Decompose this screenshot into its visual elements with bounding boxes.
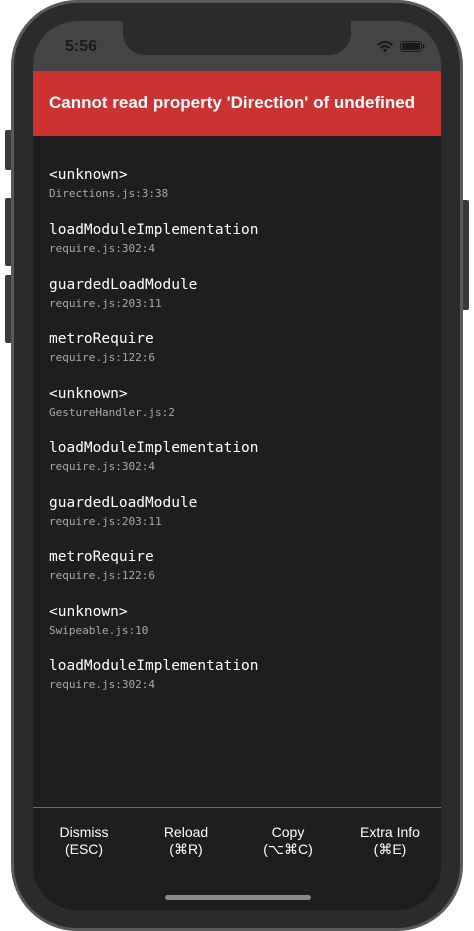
frame-method: <unknown>: [49, 167, 128, 183]
frame-method: guardedLoadModule: [49, 277, 198, 293]
frame-method: <unknown>: [49, 604, 128, 620]
frame-method: <unknown>: [49, 386, 128, 402]
stack-frame[interactable]: loadModuleImplementation require.js:302:…: [49, 439, 429, 474]
status-bar: 5:56: [33, 21, 441, 71]
home-indicator[interactable]: [165, 895, 311, 900]
frame-location: require.js:122:6: [49, 569, 155, 582]
frame-location: GestureHandler.js:2: [49, 406, 175, 419]
battery-icon: [400, 41, 425, 52]
stack-frame[interactable]: metroRequire require.js:122:6: [49, 330, 429, 365]
wifi-icon: [377, 41, 393, 53]
stack-frame[interactable]: <unknown> GestureHandler.js:2: [49, 385, 429, 420]
frame-method: loadModuleImplementation: [49, 440, 259, 456]
frame-location: require.js:203:11: [49, 297, 162, 310]
stack-frame[interactable]: loadModuleImplementation require.js:302:…: [49, 221, 429, 256]
stack-frame[interactable]: <unknown> Directions.js:3:38: [49, 166, 429, 201]
frame-method: guardedLoadModule: [49, 495, 198, 511]
reload-label: Reload: [163, 824, 209, 840]
frame-location: require.js:122:6: [49, 351, 155, 364]
frame-location: require.js:302:4: [49, 242, 155, 255]
frame-method: metroRequire: [49, 549, 154, 565]
error-message: Cannot read property 'Direction' of unde…: [49, 93, 416, 112]
extra-info-label: Extra Info: [360, 824, 420, 840]
extra-info-button[interactable]: Extra Info (⌘E): [339, 824, 441, 858]
stack-trace-list: <unknown> Directions.js:3:38 loadModuleI…: [33, 136, 441, 806]
copy-label: Copy: [271, 824, 305, 840]
screen: 5:56 Cannot read property 'Direction' of…: [33, 21, 441, 910]
frame-method: loadModuleImplementation: [49, 222, 259, 238]
reload-button[interactable]: Reload (⌘R): [135, 824, 237, 858]
notch: [123, 21, 351, 55]
stack-frame[interactable]: loadModuleImplementation require.js:302:…: [49, 657, 429, 692]
frame-location: require.js:302:4: [49, 678, 155, 691]
stack-frame[interactable]: <unknown> Swipeable.js:10: [49, 603, 429, 638]
stack-frame[interactable]: guardedLoadModule require.js:203:11: [49, 494, 429, 529]
copy-button[interactable]: Copy (⌥⌘C): [237, 824, 339, 858]
frame-method: loadModuleImplementation: [49, 658, 259, 674]
status-time: 5:56: [65, 38, 98, 55]
dismiss-label: Dismiss: [59, 824, 109, 840]
copy-shortcut: (⌥⌘C): [263, 841, 313, 857]
error-banner: Cannot read property 'Direction' of unde…: [33, 71, 441, 136]
extra-info-shortcut: (⌘E): [373, 841, 407, 857]
dismiss-shortcut: (ESC): [64, 841, 104, 857]
stack-frame[interactable]: guardedLoadModule require.js:203:11: [49, 276, 429, 311]
frame-location: Directions.js:3:38: [49, 187, 169, 200]
frame-location: require.js:203:11: [49, 515, 162, 528]
dismiss-button[interactable]: Dismiss (ESC): [33, 824, 135, 858]
frame-location: Swipeable.js:10: [49, 624, 149, 637]
reload-shortcut: (⌘R): [169, 841, 203, 857]
frame-method: metroRequire: [49, 331, 154, 347]
frame-location: require.js:302:4: [49, 460, 155, 473]
stack-frame[interactable]: metroRequire require.js:122:6: [49, 548, 429, 583]
